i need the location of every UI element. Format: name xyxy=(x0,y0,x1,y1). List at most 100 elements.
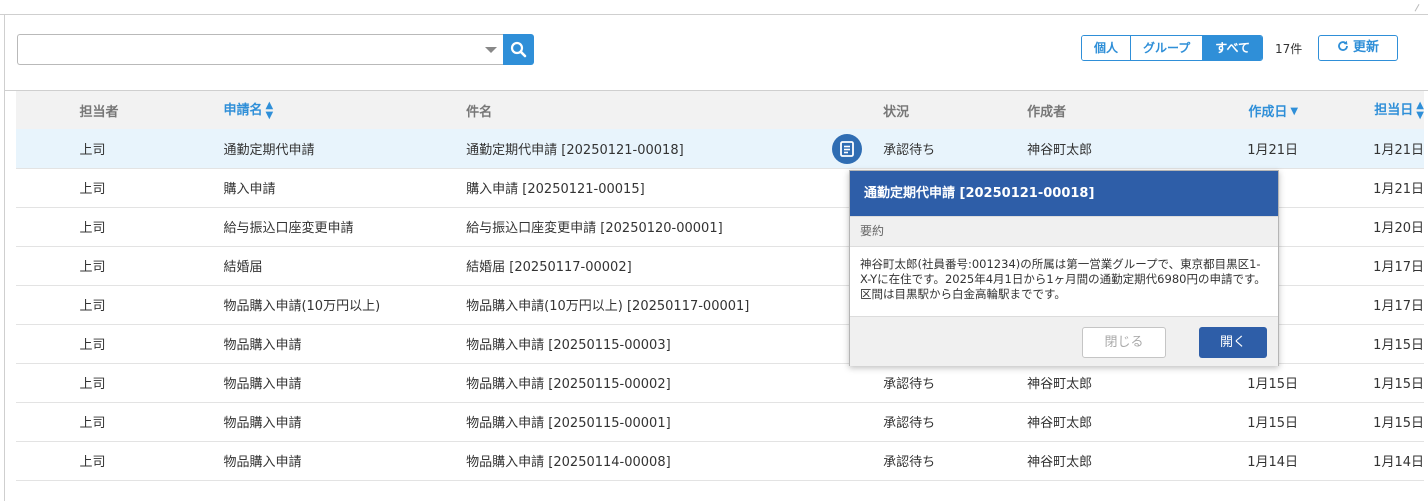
cell-request-name: 物品購入申請 xyxy=(223,324,467,364)
cell-creator: 神谷町太郎 xyxy=(1027,363,1148,403)
cell-assignee: 上司 xyxy=(79,129,224,169)
header-request-name[interactable]: 申請名 ▲ ▼ xyxy=(223,91,466,129)
popup-summary-text: 神谷町太郎(社員番号:001234)の所属は第一営業グループで、東京都目黒区1-… xyxy=(860,257,1266,301)
header-creator: 作成者 xyxy=(1027,104,1067,120)
cell-assigned-date: 1月15日 xyxy=(1298,363,1424,403)
filter-group[interactable]: グループ xyxy=(1130,36,1203,60)
header-created-date[interactable]: 作成日 ▼ xyxy=(1148,91,1298,129)
cell-assigned-date: 1月15日 xyxy=(1298,402,1424,442)
toolbar: 個人 グループ すべて 17件 更新 xyxy=(5,15,1428,91)
cell-assigned-date: 1月15日 xyxy=(1298,324,1424,364)
table-row[interactable]: 上司 物品購入申請 物品購入申請 [20250115-00001] 承認待ち 神谷町太郎… xyxy=(16,402,1424,442)
search-button[interactable] xyxy=(503,34,534,65)
cell-status: 承認待ち xyxy=(883,441,1028,481)
cell-assignee: 上司 xyxy=(79,324,224,364)
header-request-name-label: 申請名 xyxy=(223,103,263,119)
cell-created-date: 1月21日 xyxy=(1147,129,1299,169)
cell-assignee: 上司 xyxy=(79,441,224,481)
table-row[interactable]: 上司 通勤定期代申請 通勤定期代申請 [20250121-00018] 承認待ち 神谷町… xyxy=(16,129,1424,169)
close-button[interactable]: 閉じる xyxy=(1082,327,1166,358)
summary-popup: 通勤定期代申請 [20250121-00018] 要約 神谷町太郎(社員番号:0… xyxy=(849,170,1279,366)
popup-footer: 閉じる 開く xyxy=(850,316,1278,366)
result-count: 17件 xyxy=(1275,42,1303,56)
cell-subject: 物品購入申請 [20250115-00003] xyxy=(466,324,884,364)
cell-creator: 神谷町太郎 xyxy=(1027,402,1148,442)
cell-assigned-date: 1月17日 xyxy=(1298,246,1424,286)
cell-subject: 物品購入申請 [20250115-00001] xyxy=(466,402,884,442)
cell-status: 承認待ち xyxy=(883,129,1028,169)
cell-request-name: 物品購入申請 xyxy=(223,363,467,403)
header-assigned-date[interactable]: 担当日 ▲ ▼ xyxy=(1298,91,1424,129)
header-created-date-label: 作成日 xyxy=(1248,104,1288,120)
row-spacer xyxy=(16,402,80,442)
cell-subject: 通勤定期代申請 [20250121-00018] xyxy=(466,129,884,169)
search-icon xyxy=(510,41,527,58)
search-input[interactable] xyxy=(18,35,458,64)
cell-created-date: 1月15日 xyxy=(1147,402,1299,442)
sort-desc-icon: ▼ xyxy=(1290,106,1299,117)
sort-both-icon: ▲ ▼ xyxy=(1416,99,1424,121)
row-spacer xyxy=(16,285,80,325)
cell-subject: 物品購入申請 [20250114-00008] xyxy=(466,441,884,481)
cell-assignee: 上司 xyxy=(79,207,224,247)
table-header: 担当者 申請名 ▲ ▼ 件名 状況 作成者 作成日 ▼ 担当日 ▲ ▼ xyxy=(16,91,1424,129)
cell-subject: 物品購入申請 [20250115-00002] xyxy=(466,363,884,403)
filter-all[interactable]: すべて xyxy=(1202,36,1262,60)
cell-subject: 給与振込口座変更申請 [20250120-00001] xyxy=(466,207,884,247)
cell-assignee: 上司 xyxy=(79,402,224,442)
open-button[interactable]: 開く xyxy=(1199,327,1267,358)
cell-created-date: 1月15日 xyxy=(1147,363,1299,403)
popup-title: 通勤定期代申請 [20250121-00018] xyxy=(850,171,1278,216)
sort-both-icon: ▲ ▼ xyxy=(265,99,274,121)
cell-creator: 神谷町太郎 xyxy=(1027,129,1148,169)
cell-request-name: 給与振込口座変更申請 xyxy=(223,207,467,247)
cell-assignee: 上司 xyxy=(79,285,224,325)
refresh-icon xyxy=(1337,36,1349,60)
table-row[interactable]: 上司 物品購入申請 物品購入申請 [20250115-00002] 承認待ち 神谷町太郎… xyxy=(16,363,1424,403)
header-spacer xyxy=(16,91,79,129)
row-spacer xyxy=(16,129,80,169)
row-spacer xyxy=(16,207,80,247)
table-row[interactable]: 上司 物品購入申請 物品購入申請 [20250114-00008] 承認待ち 神谷町太郎… xyxy=(16,441,1424,481)
dropdown-caret-icon[interactable] xyxy=(485,47,497,53)
refresh-label: 更新 xyxy=(1352,40,1379,55)
corner-mark-icon xyxy=(1408,0,1420,12)
top-border xyxy=(0,0,1428,15)
row-spacer xyxy=(16,324,80,364)
refresh-button[interactable]: 更新 xyxy=(1318,35,1398,61)
cell-subject: 結婚届 [20250117-00002] xyxy=(466,246,884,286)
scope-filter: 個人 グループ すべて xyxy=(1081,35,1263,61)
cell-assigned-date: 1月20日 xyxy=(1298,207,1424,247)
row-spacer xyxy=(16,363,80,403)
cell-request-name: 物品購入申請 xyxy=(223,441,467,481)
cell-assigned-date: 1月21日 xyxy=(1298,168,1424,208)
header-status: 状況 xyxy=(883,104,910,120)
header-assignee: 担当者 xyxy=(79,104,119,120)
cell-request-name: 結婚届 xyxy=(223,246,467,286)
cell-assignee: 上司 xyxy=(79,246,224,286)
cell-creator: 神谷町太郎 xyxy=(1027,441,1148,481)
cell-assigned-date: 1月21日 xyxy=(1298,129,1424,169)
cell-subject: 購入申請 [20250121-00015] xyxy=(466,168,884,208)
header-assigned-date-label: 担当日 xyxy=(1374,103,1414,119)
cell-assignee: 上司 xyxy=(79,168,224,208)
memo-icon[interactable] xyxy=(832,134,862,164)
cell-request-name: 物品購入申請 xyxy=(223,402,467,442)
cell-request-name: 通勤定期代申請 xyxy=(223,129,467,169)
row-spacer xyxy=(16,168,80,208)
cell-status: 承認待ち xyxy=(883,363,1028,403)
cell-request-name: 購入申請 xyxy=(223,168,467,208)
header-subject: 件名 xyxy=(466,104,493,120)
search-box[interactable] xyxy=(17,34,503,65)
cell-created-date: 1月14日 xyxy=(1147,441,1299,481)
filter-personal[interactable]: 個人 xyxy=(1082,36,1131,60)
popup-section-label: 要約 xyxy=(850,216,1278,247)
cell-request-name: 物品購入申請(10万円以上) xyxy=(223,285,467,325)
cell-subject: 物品購入申請(10万円以上) [20250117-00001] xyxy=(466,285,884,325)
cell-assigned-date: 1月17日 xyxy=(1298,285,1424,325)
row-spacer xyxy=(16,246,80,286)
cell-assignee: 上司 xyxy=(79,363,224,403)
cell-status: 承認待ち xyxy=(883,402,1028,442)
row-spacer xyxy=(16,441,80,481)
cell-assigned-date: 1月14日 xyxy=(1298,441,1424,481)
